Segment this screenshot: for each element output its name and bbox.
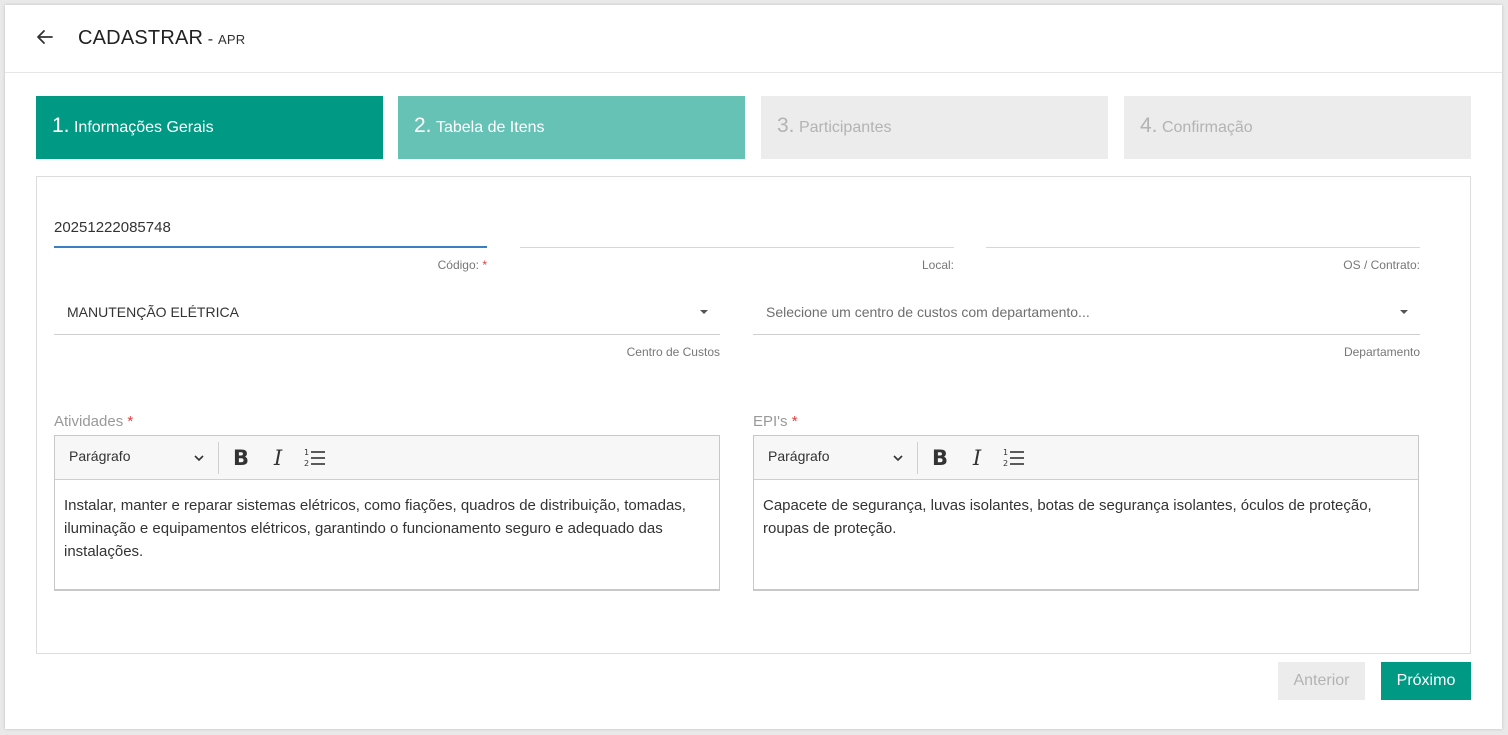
editor-toolbar: Parágrafo B I 1 2 <box>754 436 1418 480</box>
top-bar: CADASTRAR - APR <box>5 5 1502 73</box>
codigo-label: Código: * <box>54 258 487 272</box>
step-informacoes-gerais[interactable]: 1. Informações Gerais <box>36 96 383 159</box>
departamento-field: Selecione um centro de custos com depart… <box>753 289 1420 359</box>
page-title: CADASTRAR - APR <box>78 27 245 50</box>
chevron-down-icon <box>892 451 904 463</box>
epis-label: EPI's * <box>753 413 798 430</box>
codigo-label-text: Código: <box>437 258 479 272</box>
local-input[interactable] <box>520 208 954 248</box>
paragraph-format-value: Parágrafo <box>768 448 830 464</box>
caret-down-icon <box>1400 310 1408 314</box>
bold-button[interactable]: B <box>227 444 255 472</box>
svg-text:2: 2 <box>1003 459 1008 468</box>
epis-label-text: EPI's <box>753 413 788 430</box>
toolbar-divider <box>917 442 918 474</box>
paragraph-format-dropdown[interactable]: Parágrafo <box>55 436 213 479</box>
atividades-content[interactable]: Instalar, manter e reparar sistemas elét… <box>55 480 719 563</box>
svg-text:1: 1 <box>1003 448 1008 457</box>
paragraph-format-dropdown[interactable]: Parágrafo <box>754 436 912 479</box>
editor-toolbar: Parágrafo B I 1 2 <box>55 436 719 480</box>
proximo-button[interactable]: Próximo <box>1381 662 1471 700</box>
centro-custos-label: Centro de Custos <box>626 345 720 359</box>
centro-custos-value: MANUTENÇÃO ELÉTRICA <box>67 304 239 320</box>
codigo-field: 20251222085748 Código: * <box>54 208 487 272</box>
atividades-label-text: Atividades <box>54 413 124 430</box>
caret-down-icon <box>700 310 708 314</box>
numbered-list-icon[interactable]: 1 2 <box>301 444 329 472</box>
required-marker: * <box>791 413 798 430</box>
svg-text:1: 1 <box>304 448 309 457</box>
step-confirmacao[interactable]: 4. Confirmação <box>1124 96 1471 159</box>
step-number: 1. <box>52 114 70 137</box>
page-title-main: CADASTRAR <box>78 27 204 49</box>
back-arrow-icon[interactable] <box>33 25 57 49</box>
os-contrato-input[interactable] <box>986 208 1420 248</box>
atividades-editor: Parágrafo B I 1 2 Instalar, manter e rep… <box>54 435 720 591</box>
main-card: CADASTRAR - APR 1. Informações Gerais 2.… <box>5 5 1502 729</box>
atividades-label: Atividades * <box>54 413 133 430</box>
step-number: 3. <box>777 114 795 137</box>
required-marker: * <box>127 413 134 430</box>
paragraph-format-value: Parágrafo <box>69 448 131 464</box>
step-label: Confirmação <box>1161 119 1253 136</box>
step-label: Tabela de Itens <box>435 119 545 136</box>
centro-custos-select[interactable]: MANUTENÇÃO ELÉTRICA <box>54 289 720 335</box>
os-contrato-field: OS / Contrato: <box>986 208 1420 272</box>
toolbar-divider <box>218 442 219 474</box>
required-marker: * <box>482 258 487 272</box>
step-participantes[interactable]: 3. Participantes <box>761 96 1108 159</box>
local-label: Local: <box>921 258 954 272</box>
codigo-input[interactable]: 20251222085748 <box>54 208 487 248</box>
departamento-placeholder: Selecione um centro de custos com depart… <box>766 304 1090 320</box>
step-label: Participantes <box>798 119 892 136</box>
anterior-button[interactable]: Anterior <box>1278 662 1365 700</box>
epis-editor: Parágrafo B I 1 2 Capacete de segurança,… <box>753 435 1419 591</box>
numbered-list-icon[interactable]: 1 2 <box>1000 444 1028 472</box>
svg-text:2: 2 <box>304 459 309 468</box>
form-panel: 20251222085748 Código: * Local: OS / Con… <box>36 176 1471 654</box>
italic-button[interactable]: I <box>264 444 292 472</box>
bold-button[interactable]: B <box>926 444 954 472</box>
departamento-label: Departamento <box>1343 345 1420 359</box>
page-title-separator: - <box>203 31 218 48</box>
os-contrato-label: OS / Contrato: <box>1343 258 1420 272</box>
page-subtitle: APR <box>217 32 246 47</box>
centro-custos-field: MANUTENÇÃO ELÉTRICA Centro de Custos <box>54 289 720 359</box>
local-field: Local: <box>520 208 954 272</box>
italic-button[interactable]: I <box>963 444 991 472</box>
step-number: 4. <box>1140 114 1158 137</box>
departamento-select[interactable]: Selecione um centro de custos com depart… <box>753 289 1420 335</box>
step-label: Informações Gerais <box>73 119 214 136</box>
step-tabela-de-itens[interactable]: 2. Tabela de Itens <box>398 96 745 159</box>
step-number: 2. <box>414 114 432 137</box>
chevron-down-icon <box>193 451 205 463</box>
epis-content[interactable]: Capacete de segurança, luvas isolantes, … <box>754 480 1418 540</box>
